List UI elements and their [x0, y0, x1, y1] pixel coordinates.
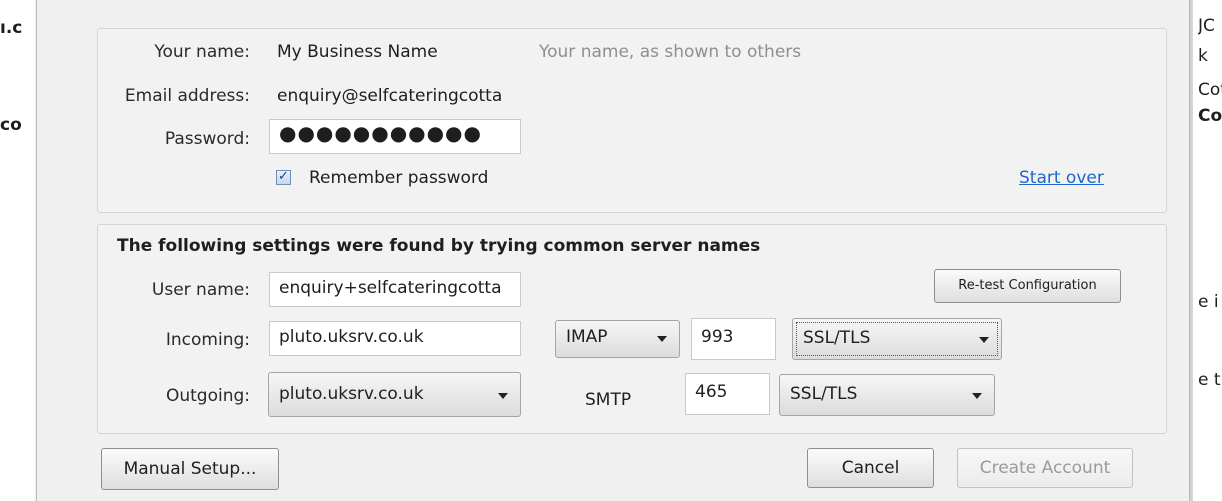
chevron-down-icon	[979, 337, 989, 343]
cancel-button[interactable]: Cancel	[807, 448, 934, 488]
start-over-link[interactable]: Start over	[1019, 168, 1104, 188]
incoming-label: Incoming:	[165, 330, 250, 350]
background-text-fragment: co	[0, 115, 22, 135]
your-name-value[interactable]: My Business Name	[277, 42, 438, 62]
manual-setup-button[interactable]: Manual Setup...	[101, 448, 279, 490]
create-account-button[interactable]: Create Account	[957, 448, 1133, 488]
incoming-protocol-select[interactable]: IMAP	[555, 320, 680, 358]
focus-ring	[796, 322, 998, 356]
chevron-down-icon	[972, 393, 982, 399]
outgoing-security-value: SSL/TLS	[790, 384, 858, 404]
outgoing-host-select[interactable]: pluto.uksrv.co.uk	[268, 372, 521, 417]
background-text-fragment: ı.c	[0, 18, 23, 38]
your-name-label: Your name:	[154, 42, 250, 62]
incoming-protocol-value: IMAP	[566, 327, 608, 347]
background-text-fragment: k	[1198, 46, 1208, 66]
background-text-fragment: e t	[1198, 370, 1221, 390]
incoming-host-input[interactable]: pluto.uksrv.co.uk	[269, 321, 521, 356]
background-text-fragment: JC	[1198, 16, 1215, 36]
username-label: User name:	[151, 280, 250, 300]
outgoing-protocol-label: SMTP	[585, 390, 632, 410]
outgoing-label: Outgoing:	[165, 386, 250, 406]
password-input[interactable]: ●●●●●●●●●●●	[269, 119, 521, 154]
settings-title: The following settings were found by try…	[117, 236, 761, 256]
incoming-security-select[interactable]: SSL/TLS	[792, 318, 1002, 360]
background-text-fragment: Cot	[1198, 80, 1222, 100]
background-text-fragment: e i	[1198, 292, 1219, 312]
email-value[interactable]: enquiry@selfcateringcotta	[277, 86, 525, 106]
chevron-down-icon	[657, 336, 667, 342]
account-setup-dialog: Your name: My Business Name Your name, a…	[36, 0, 1190, 501]
background-text-fragment: Cot	[1198, 106, 1222, 126]
dialog-edge	[1190, 0, 1193, 501]
remember-password-label[interactable]: Remember password	[309, 168, 488, 188]
email-label: Email address:	[124, 86, 250, 106]
your-name-hint: Your name, as shown to others	[539, 42, 802, 62]
outgoing-port-input[interactable]: 465	[685, 373, 770, 415]
remember-password-checkbox[interactable]: ✓	[276, 170, 291, 185]
outgoing-host-value: pluto.uksrv.co.uk	[279, 384, 424, 404]
outgoing-security-select[interactable]: SSL/TLS	[779, 374, 995, 416]
incoming-port-input[interactable]: 993	[691, 318, 776, 360]
password-label: Password:	[164, 129, 250, 149]
retest-configuration-button[interactable]: Re-test Configuration	[934, 269, 1121, 303]
chevron-down-icon	[498, 393, 508, 399]
username-input[interactable]: enquiry+selfcateringcotta	[269, 272, 521, 307]
